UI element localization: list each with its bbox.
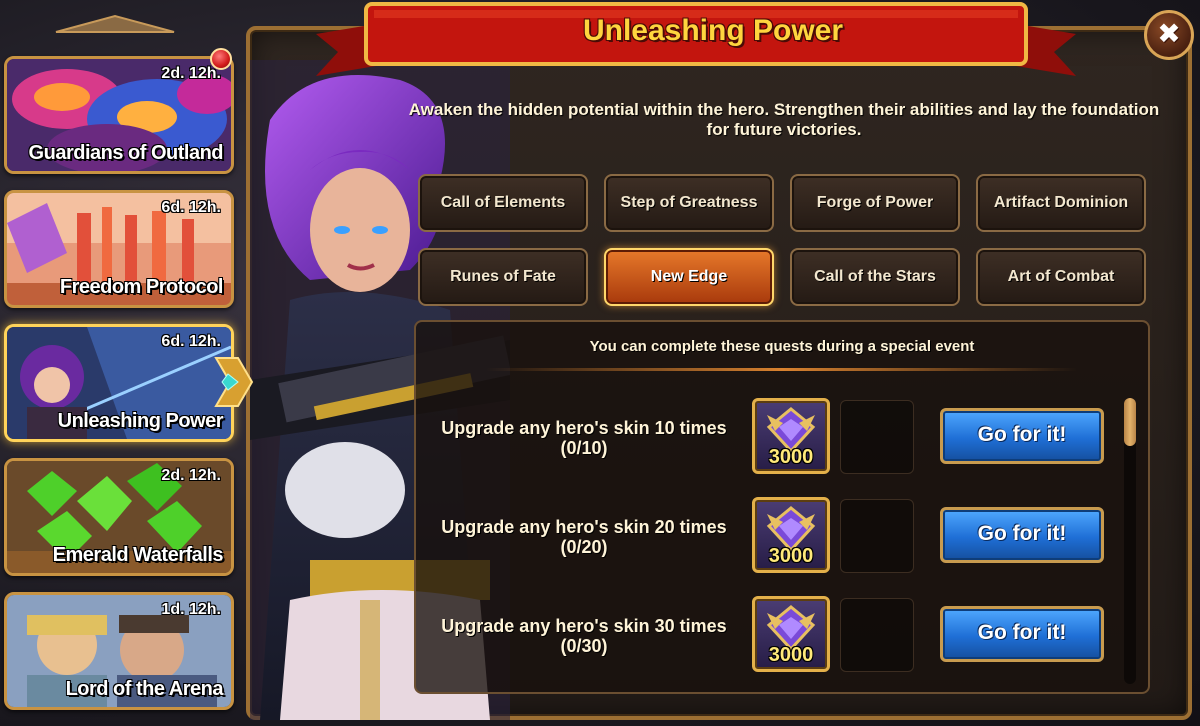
event-title: Unleashing Power <box>57 410 224 432</box>
empty-reward-slot <box>840 598 914 672</box>
quest-row: Upgrade any hero's skin 10 times (0/10) … <box>420 398 1120 478</box>
go-for-it-button[interactable]: Go for it! <box>940 408 1104 464</box>
game-screen: 2d. 12h. Guardians of Outland 6d. 12h. F… <box>0 0 1200 726</box>
quest-text: Upgrade any hero's skin 10 times <box>441 418 727 438</box>
notification-badge <box>210 48 232 70</box>
event-timer: 2d. 12h. <box>161 65 221 82</box>
quest-text: Upgrade any hero's skin 20 times <box>441 517 727 537</box>
event-title: Emerald Waterfalls <box>52 544 224 566</box>
close-button[interactable]: ✖ <box>1144 10 1194 60</box>
divider <box>486 368 1078 371</box>
event-title: Freedom Protocol <box>59 276 224 298</box>
event-timer: 2d. 12h. <box>161 467 221 484</box>
go-for-it-button[interactable]: Go for it! <box>940 507 1104 563</box>
quest-progress: (0/10) <box>560 438 608 458</box>
go-for-it-button[interactable]: Go for it! <box>940 606 1104 662</box>
scroll-up-arrow-icon[interactable] <box>52 14 178 34</box>
reward-quantity: 3000 <box>768 644 814 666</box>
quest-text: Upgrade any hero's skin 30 times <box>441 616 727 636</box>
tab-runes-of-fate[interactable]: Runes of Fate <box>418 248 588 306</box>
tab-forge-of-power[interactable]: Forge of Power <box>790 174 960 232</box>
event-card-emerald-waterfalls[interactable]: 2d. 12h. Emerald Waterfalls <box>4 458 234 576</box>
event-timer: 6d. 12h. <box>161 333 221 350</box>
reward-item[interactable]: 3000 <box>752 596 830 672</box>
reward-quantity: 3000 <box>768 545 814 567</box>
reward-item[interactable]: 3000 <box>752 398 830 474</box>
tab-call-of-elements[interactable]: Call of Elements <box>418 174 588 232</box>
event-card-freedom-protocol[interactable]: 6d. 12h. Freedom Protocol <box>4 190 234 308</box>
quest-row: Upgrade any hero's skin 30 times (0/30) … <box>420 596 1120 676</box>
empty-reward-slot <box>840 499 914 573</box>
quest-row: Upgrade any hero's skin 20 times (0/20) … <box>420 497 1120 577</box>
selected-pointer-icon <box>214 357 254 407</box>
scrollbar-thumb[interactable] <box>1124 398 1136 446</box>
event-card-guardians-of-outland[interactable]: 2d. 12h. Guardians of Outland <box>4 56 234 174</box>
title-banner <box>316 2 1076 76</box>
quest-description: Upgrade any hero's skin 20 times (0/20) <box>420 517 748 557</box>
tab-call-of-the-stars[interactable]: Call of the Stars <box>790 248 960 306</box>
event-description: Awaken the hidden potential within the h… <box>408 100 1160 139</box>
tab-art-of-combat[interactable]: Art of Combat <box>976 248 1146 306</box>
quest-progress: (0/20) <box>560 537 608 557</box>
quest-progress: (0/30) <box>560 636 608 656</box>
event-timer: 1d. 12h. <box>161 601 221 618</box>
quest-description: Upgrade any hero's skin 30 times (0/30) <box>420 616 748 656</box>
quest-description: Upgrade any hero's skin 10 times (0/10) <box>420 418 748 458</box>
event-timer: 6d. 12h. <box>161 199 221 216</box>
event-title: Lord of the Arena <box>65 678 224 700</box>
event-card-unleashing-power[interactable]: 6d. 12h. Unleashing Power <box>4 324 234 442</box>
event-title: Guardians of Outland <box>28 142 224 164</box>
event-card-lord-of-the-arena[interactable]: 1d. 12h. Lord of the Arena <box>4 592 234 710</box>
empty-reward-slot <box>840 400 914 474</box>
tab-new-edge[interactable]: New Edge <box>604 248 774 306</box>
reward-item[interactable]: 3000 <box>752 497 830 573</box>
tab-step-of-greatness[interactable]: Step of Greatness <box>604 174 774 232</box>
quest-note: You can complete these quests during a s… <box>589 338 975 355</box>
reward-quantity: 3000 <box>768 446 814 468</box>
tab-artifact-dominion[interactable]: Artifact Dominion <box>976 174 1146 232</box>
